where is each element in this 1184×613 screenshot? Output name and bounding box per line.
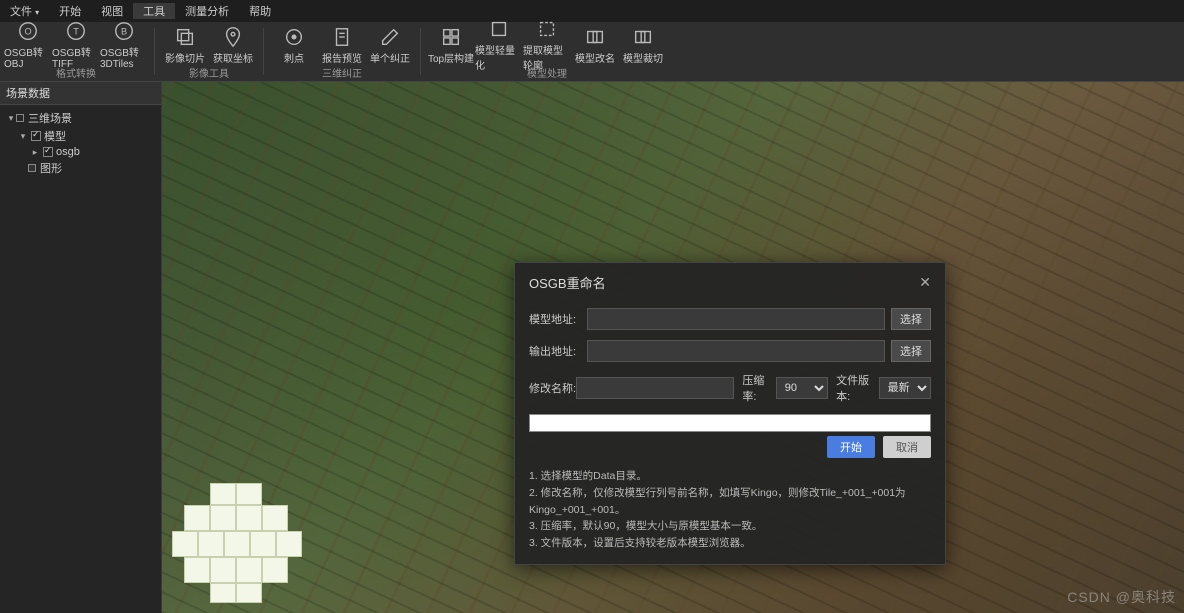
chevron-down-icon[interactable]: ▾: [18, 131, 28, 142]
label-rename: 修改名称:: [529, 380, 576, 396]
btn-select-model[interactable]: 选择: [891, 308, 931, 330]
label-output-addr: 输出地址:: [529, 343, 587, 359]
btn-cancel[interactable]: 取消: [883, 436, 931, 458]
menu-bar: 文件 ▾ 开始 视图 工具 测量分析 帮助: [0, 0, 1184, 22]
cube-icon: [488, 18, 510, 40]
scene-tree: ▾三维场景 ▾模型 ▸osgb 图形: [0, 105, 161, 181]
select-compress[interactable]: 90: [776, 377, 828, 399]
label-model-addr: 模型地址:: [529, 311, 587, 327]
menu-file[interactable]: 文件 ▾: [0, 3, 49, 19]
label-compress: 压缩率:: [742, 372, 771, 404]
rb-model-lite[interactable]: 模型轻量化: [475, 22, 523, 68]
tree-root[interactable]: ▾三维场景: [2, 109, 159, 127]
btn-start[interactable]: 开始: [827, 436, 875, 458]
menu-start[interactable]: 开始: [49, 3, 91, 19]
rb-single-rectify[interactable]: 单个纠正: [366, 22, 414, 68]
select-fileversion[interactable]: 最新: [879, 377, 931, 399]
panel-title: 场景数据: [0, 82, 161, 105]
input-rename[interactable]: [576, 377, 734, 399]
watermark: CSDN @奥科技: [1067, 587, 1176, 607]
viewport-3d[interactable]: CSDN @奥科技 OSGB重命名 ✕ 模型地址: 选择 输出地址: 选择 修改: [162, 82, 1184, 613]
rb-top-build[interactable]: Top层构建: [427, 22, 475, 68]
outline-icon: [536, 18, 558, 40]
pin-icon: [222, 26, 244, 48]
ribbon-group-label: 模型处理: [527, 68, 567, 82]
grid-icon: [440, 26, 462, 48]
label-fileversion: 文件版本:: [836, 372, 874, 404]
rb-extract-contour[interactable]: 提取模型轮廓: [523, 22, 571, 68]
rb-osgb-to-obj[interactable]: OOSGB转OBJ: [4, 22, 52, 68]
layers-icon: [174, 26, 196, 48]
progress-bar: [529, 414, 931, 432]
crop-icon: [632, 26, 654, 48]
box-icon: [16, 114, 24, 122]
btn-select-output[interactable]: 选择: [891, 340, 931, 362]
dialog-title: OSGB重命名: [529, 273, 606, 292]
rb-model-crop[interactable]: 模型裁切: [619, 22, 667, 68]
target-icon: [283, 26, 305, 48]
tree-osgb[interactable]: ▸osgb: [2, 145, 159, 159]
menu-help[interactable]: 帮助: [239, 3, 281, 19]
edit-icon: [379, 26, 401, 48]
rb-image-slice[interactable]: 影像切片: [161, 22, 209, 68]
ribbon-group-label: 三维纠正: [322, 68, 362, 82]
ribbon-group-label: 格式转换: [56, 68, 96, 82]
tree-model[interactable]: ▾模型: [2, 127, 159, 145]
svg-text:T: T: [73, 27, 79, 37]
rb-osgb-to-tiff[interactable]: TOSGB转TIFF: [52, 22, 100, 68]
rename-icon: [584, 26, 606, 48]
minimap[interactable]: [172, 483, 302, 603]
close-icon[interactable]: ✕: [919, 274, 931, 291]
rb-tie-point[interactable]: 刺点: [270, 22, 318, 68]
ribbon: OOSGB转OBJ TOSGB转TIFF BOSGB转3DTiles 格式转换 …: [0, 22, 1184, 82]
circle-b-icon: B: [113, 20, 135, 42]
sidebar: 场景数据 ▾三维场景 ▾模型 ▸osgb 图形: [0, 82, 162, 613]
ribbon-group-label: 影像工具: [189, 68, 229, 82]
rb-report-preview[interactable]: 报告预览: [318, 22, 366, 68]
menu-measure[interactable]: 测量分析: [175, 3, 239, 19]
rb-osgb-to-3dtiles[interactable]: BOSGB转3DTiles: [100, 22, 148, 68]
chevron-right-icon[interactable]: ▸: [30, 147, 40, 158]
tree-shape[interactable]: 图形: [2, 159, 159, 177]
svg-text:B: B: [121, 27, 127, 37]
dialog-notes: 1. 选择模型的Data目录。 2. 修改名称，仅修改模型行列号前名称，如填写K…: [529, 468, 931, 552]
checkbox-icon[interactable]: [31, 131, 41, 141]
menu-view[interactable]: 视图: [91, 3, 133, 19]
box-icon: [28, 164, 36, 172]
input-output-addr[interactable]: [587, 340, 885, 362]
input-model-addr[interactable]: [587, 308, 885, 330]
rb-get-coords[interactable]: 获取坐标: [209, 22, 257, 68]
rb-model-rename[interactable]: 模型改名: [571, 22, 619, 68]
osgb-rename-dialog: OSGB重命名 ✕ 模型地址: 选择 输出地址: 选择 修改名称: 压缩率:: [514, 262, 946, 565]
menu-tools[interactable]: 工具: [133, 3, 175, 19]
checkbox-icon[interactable]: [43, 147, 53, 157]
circle-o-icon: O: [17, 20, 39, 42]
document-icon: [331, 26, 353, 48]
circle-t-icon: T: [65, 20, 87, 42]
svg-text:O: O: [24, 27, 31, 37]
chevron-down-icon[interactable]: ▾: [6, 113, 16, 124]
